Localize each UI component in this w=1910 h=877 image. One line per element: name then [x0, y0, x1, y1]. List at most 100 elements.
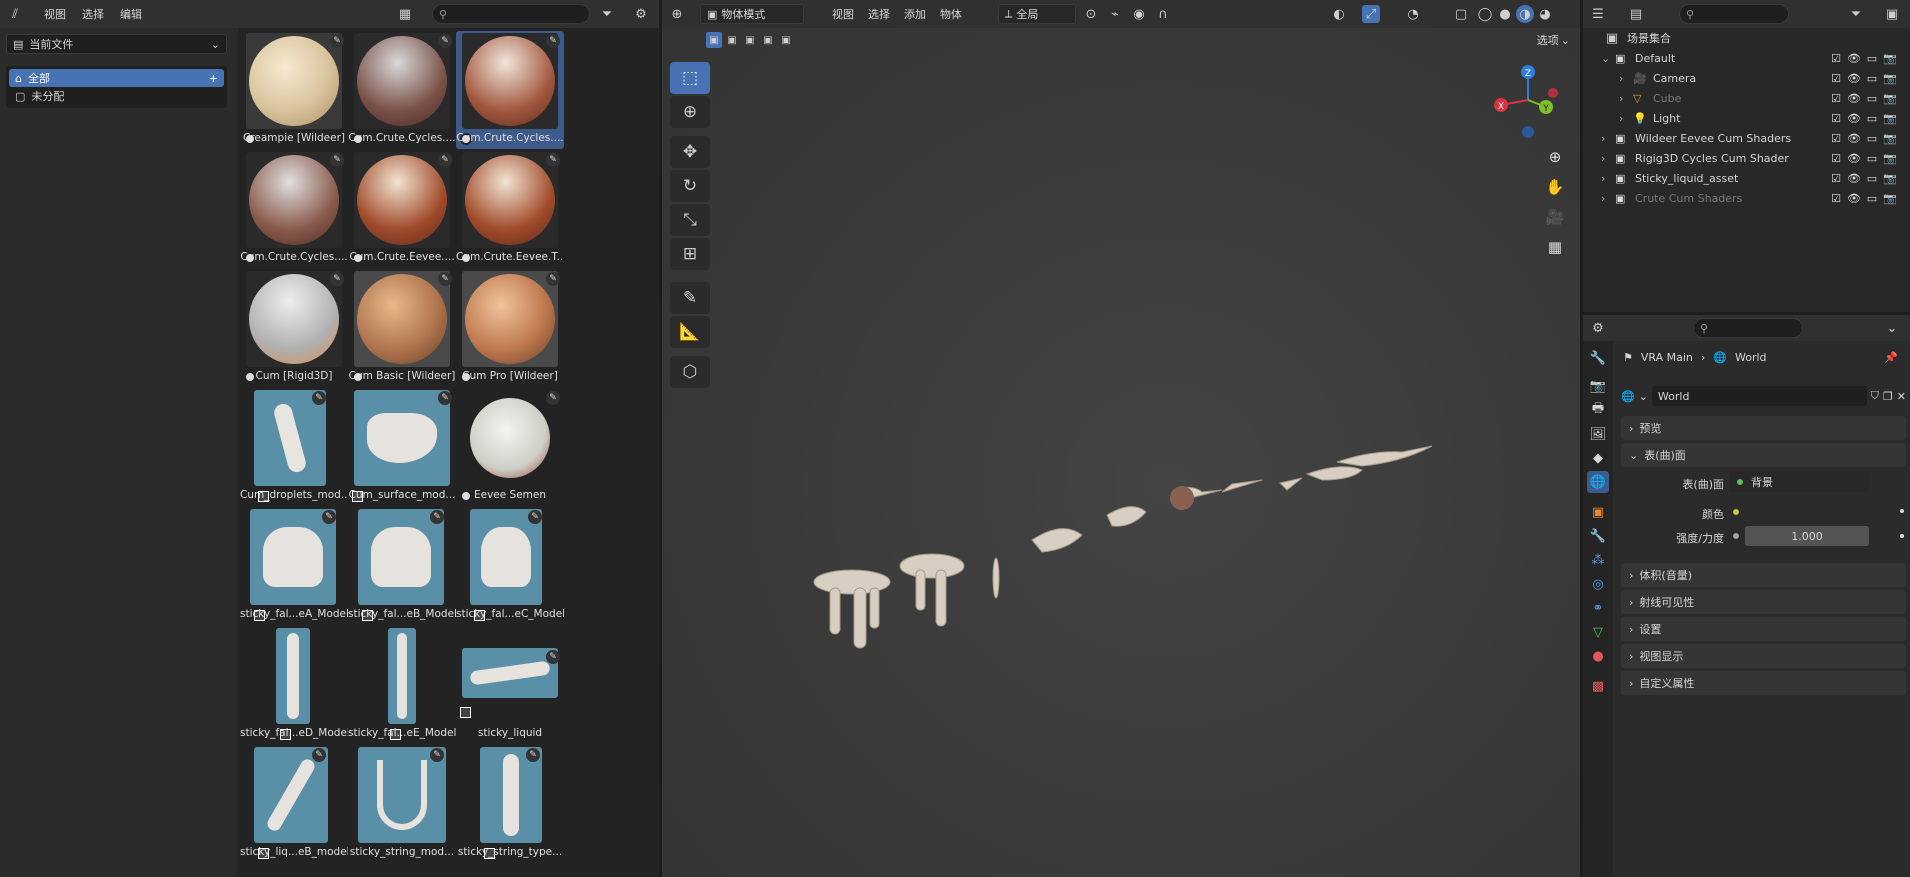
ray-visibility-panel[interactable]: › 射线可见性 — [1621, 590, 1906, 614]
asset-tile[interactable]: ✎ Cum.Crute.Cycles.... — [348, 31, 456, 149]
edit-icon[interactable]: ✎ — [330, 34, 344, 48]
outliner-row[interactable]: › 💡 Light ☑ 👁 ▭ 📷 — [1583, 108, 1910, 128]
properties-search-input[interactable]: ⚲ — [1693, 318, 1803, 338]
viewport-disable-icon[interactable]: ▭ — [1865, 71, 1879, 85]
render-icon[interactable]: 📷 — [1883, 131, 1897, 145]
render-icon[interactable]: 📷 — [1883, 51, 1897, 65]
physics-tab-icon[interactable]: ◎ — [1587, 573, 1609, 595]
asset-tile[interactable]: ✎ Cum Pro [Wildeer] — [456, 269, 564, 387]
filter-icon[interactable]: ⏷ — [1847, 5, 1865, 23]
edit-icon[interactable]: ✎ — [430, 510, 444, 524]
render-tab-icon[interactable]: 📷 — [1587, 375, 1609, 397]
eye-icon[interactable]: 👁 — [1847, 71, 1861, 85]
asset-tile[interactable]: ✎ sticky_string_type... — [456, 745, 564, 863]
checkbox-icon[interactable]: ☑ — [1829, 51, 1843, 65]
catalog-unassigned[interactable]: ▢ 未分配 — [9, 87, 224, 105]
chevron-right-icon[interactable]: › — [1619, 72, 1623, 85]
edit-icon[interactable]: ✎ — [526, 748, 540, 762]
chevron-right-icon[interactable]: › — [1601, 152, 1605, 165]
outliner-scene-collection[interactable]: ▣ 场景集合 — [1583, 28, 1910, 48]
render-icon[interactable]: 📷 — [1883, 71, 1897, 85]
asset-tile[interactable]: ✎ Cum.Crute.Eevee.T... — [456, 150, 564, 268]
material-tab-icon[interactable]: ● — [1587, 645, 1609, 667]
checkbox-icon[interactable]: ☑ — [1829, 91, 1843, 105]
duplicate-icon[interactable]: ❐ — [1883, 390, 1893, 403]
output-tab-icon[interactable]: 🖶 — [1587, 399, 1609, 421]
menu-edit[interactable]: 编辑 — [120, 6, 142, 22]
tool-tab-icon[interactable]: 🔧 — [1587, 347, 1609, 369]
edit-icon[interactable]: ✎ — [546, 153, 560, 167]
checkbox-icon[interactable]: ☑ — [1829, 71, 1843, 85]
outliner-row[interactable]: › ▣ Wildeer Eevee Cum Shaders ☑ 👁 ▭ 📷 — [1583, 128, 1910, 148]
asset-tile[interactable]: ✎ Cum.Crute.Eevee.... — [348, 150, 456, 268]
add-catalog-icon[interactable]: + — [209, 72, 218, 85]
edit-icon[interactable]: ✎ — [330, 272, 344, 286]
viewport-disable-icon[interactable]: ▭ — [1865, 91, 1879, 105]
asset-search-input[interactable]: ⚲ — [432, 4, 590, 24]
display-mode-icon[interactable]: ▦ — [396, 5, 414, 23]
volume-panel[interactable]: › 体积(音量) — [1621, 563, 1906, 587]
render-icon[interactable]: 📷 — [1883, 191, 1897, 205]
asset-tile[interactable]: ✎ sticky_fal...eB_Model — [348, 507, 456, 625]
asset-tile[interactable]: ✎ Cum_surface_mod... — [348, 388, 456, 506]
render-icon[interactable]: 📷 — [1883, 171, 1897, 185]
viewport-disable-icon[interactable]: ▭ — [1865, 51, 1879, 65]
asset-tile[interactable]: ✎ Cum.Crute.Cycles.... — [240, 150, 348, 268]
object-tab-icon[interactable]: ▣ — [1587, 501, 1609, 523]
asset-tile[interactable]: ✎ sticky_liq...eB_model — [240, 745, 348, 863]
render-icon[interactable]: 📷 — [1883, 111, 1897, 125]
asset-tile[interactable]: ✎ Cum Basic [Wildeer] — [348, 269, 456, 387]
checkbox-icon[interactable]: ☑ — [1829, 131, 1843, 145]
edit-icon[interactable]: ✎ — [438, 153, 452, 167]
particles-tab-icon[interactable]: ⁂ — [1587, 549, 1609, 571]
edit-icon[interactable]: ✎ — [312, 748, 326, 762]
asset-tile[interactable]: ✎ Cum_droplets_mod... — [240, 388, 348, 506]
3d-viewport[interactable]: ⊕ ▣ 物体模式 视图 选择 添加 物体 ⟂ 全局 ⊙ ⌁ ◉ ∩ ◐ ⤢ ◔ … — [662, 0, 1580, 877]
eye-icon[interactable]: 👁 — [1847, 151, 1861, 165]
display-mode-icon[interactable]: ▤ — [1627, 5, 1645, 23]
chevron-down-icon[interactable]: ⌄ — [1883, 319, 1901, 337]
view-layer-tab-icon[interactable]: 🖼 — [1587, 423, 1609, 445]
asset-tile[interactable]: ✎ sticky_fal...eA_Model — [240, 507, 348, 625]
outliner-row[interactable]: › ▣ Sticky_liquid_asset ☑ 👁 ▭ 📷 — [1583, 168, 1910, 188]
asset-tile[interactable]: sticky_fal...eE_Model — [348, 626, 456, 744]
menu-select[interactable]: 选择 — [82, 6, 104, 22]
settings-panel[interactable]: › 设置 — [1621, 617, 1906, 641]
new-collection-icon[interactable]: ▣ — [1883, 5, 1901, 23]
chevron-right-icon[interactable]: › — [1601, 132, 1605, 145]
close-icon[interactable]: ✕ — [1897, 390, 1906, 403]
catalog-all[interactable]: ⌂ 全部 + — [9, 69, 224, 87]
edit-icon[interactable]: ✎ — [528, 510, 542, 524]
checkbox-icon[interactable]: ☑ — [1829, 171, 1843, 185]
surface-shader-field[interactable]: 背景 — [1729, 472, 1869, 492]
outliner-row[interactable]: › 🎥 Camera ☑ 👁 ▭ 📷 — [1583, 68, 1910, 88]
eye-icon[interactable]: 👁 — [1847, 51, 1861, 65]
world-tab-icon[interactable]: 🌐 — [1587, 471, 1609, 493]
chevron-right-icon[interactable]: › — [1619, 92, 1623, 105]
keyframe-icon[interactable] — [1900, 509, 1904, 513]
modifier-tab-icon[interactable]: 🔧 — [1587, 525, 1609, 547]
edit-icon[interactable]: ✎ — [430, 748, 444, 762]
checkbox-icon[interactable]: ☑ — [1829, 151, 1843, 165]
surface-panel[interactable]: ⌄ 表(曲)面 — [1621, 443, 1906, 467]
edit-icon[interactable]: ✎ — [546, 34, 560, 48]
render-icon[interactable]: 📷 — [1883, 151, 1897, 165]
asset-tile[interactable]: ✎ Creampie [Wildeer] — [240, 31, 348, 149]
edit-icon[interactable]: ✎ — [546, 650, 560, 664]
edit-icon[interactable]: ✎ — [330, 153, 344, 167]
constraints-tab-icon[interactable]: ⚭ — [1587, 597, 1609, 619]
viewport-display-panel[interactable]: › 视图显示 — [1621, 644, 1906, 668]
world-datablock-selector[interactable]: 🌐 ⌄ World ⛉ ❐ ✕ — [1621, 385, 1906, 407]
fake-user-icon[interactable]: ⛉ — [1871, 389, 1879, 403]
scene-tab-icon[interactable]: ◆ — [1587, 447, 1609, 469]
checkbox-icon[interactable]: ☑ — [1829, 111, 1843, 125]
edit-icon[interactable]: ✎ — [312, 391, 326, 405]
menu-view[interactable]: 视图 — [44, 6, 66, 22]
eye-icon[interactable]: 👁 — [1847, 131, 1861, 145]
viewport-disable-icon[interactable]: ▭ — [1865, 171, 1879, 185]
world-name-field[interactable]: World — [1651, 386, 1867, 406]
outliner-search-input[interactable]: ⚲ — [1679, 4, 1789, 24]
asset-tile[interactable]: ✎ Cum.Crute.Cycles.... — [456, 31, 564, 149]
edit-icon[interactable]: ✎ — [438, 34, 452, 48]
eye-icon[interactable]: 👁 — [1847, 111, 1861, 125]
